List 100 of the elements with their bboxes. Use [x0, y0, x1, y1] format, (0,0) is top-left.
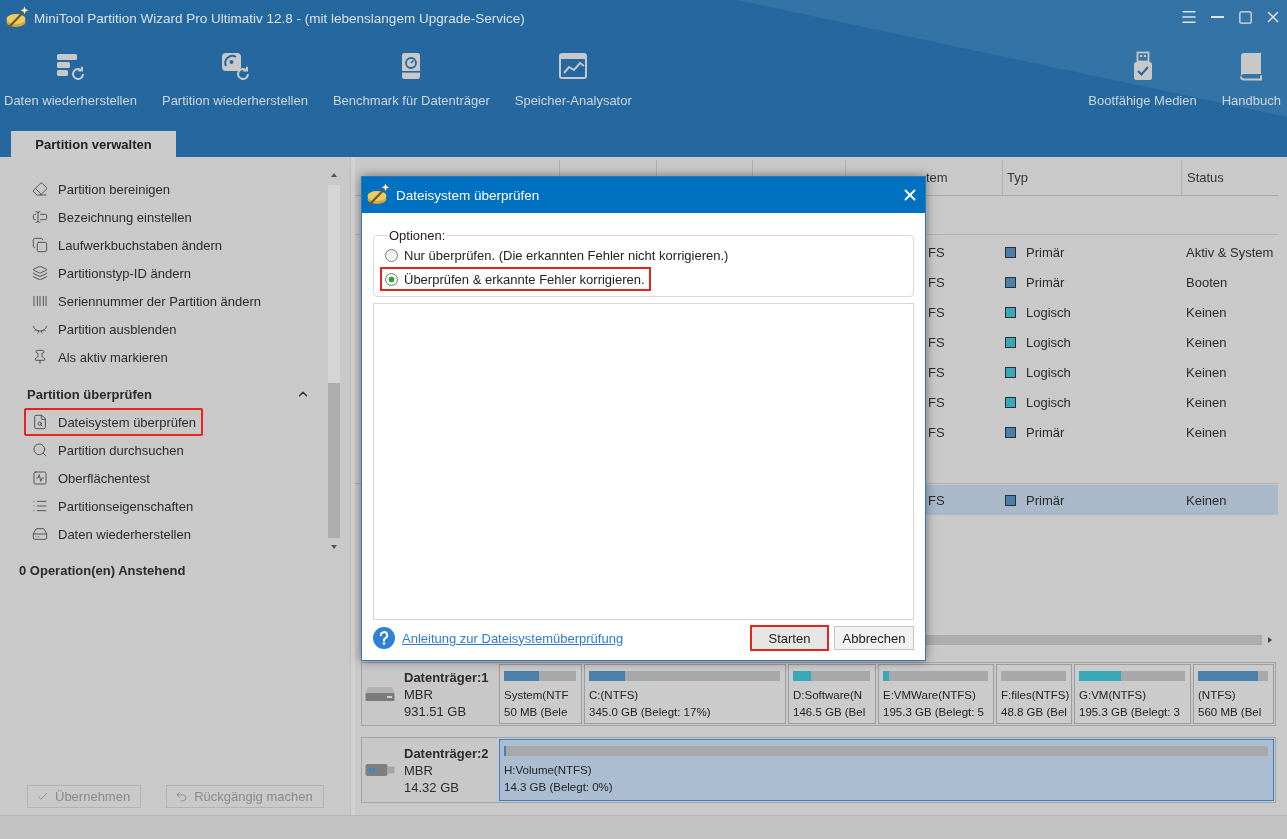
logo-icon — [366, 183, 390, 207]
table-row[interactable]: FS Primär Keinen — [926, 485, 1278, 515]
partition-block[interactable]: (NTFS) 560 MB (Bel — [1193, 664, 1274, 724]
disk-scheme: MBR — [404, 685, 433, 703]
disk-size: 14.32 GB — [404, 778, 459, 796]
barcode-icon — [32, 293, 48, 309]
help-icon[interactable] — [373, 627, 395, 649]
column-header[interactable]: tem — [926, 170, 948, 185]
partition-block[interactable]: F:files(NTFS) 48.8 GB (Bel — [996, 664, 1072, 724]
table-row[interactable]: FS Logisch Keinen — [926, 387, 1278, 417]
radio-option[interactable]: Nur überprüfen. (Die erkannten Fehler nicht korrigieren.) — [380, 243, 735, 267]
table-cell: Logisch — [1026, 364, 1071, 380]
table-cell-text: Keinen — [1185, 334, 1227, 350]
group-label: Optionen: — [388, 228, 447, 243]
pending-operations: 0 Operation(en) Anstehend — [19, 562, 186, 580]
sidebar-item[interactable]: Seriennummer der Partition ändern — [24, 287, 269, 315]
table-cell-text: Keinen — [1185, 492, 1227, 508]
hard-drive-icon — [365, 686, 395, 702]
pin-icon — [32, 349, 48, 365]
partition-detail: 50 MB (Bele — [504, 705, 569, 720]
undo-icon — [175, 790, 189, 803]
radio-button[interactable] — [385, 248, 398, 262]
table-cell-text: FS — [927, 244, 945, 260]
sidebar-item[interactable]: Dateisystem überprüfen — [24, 408, 203, 436]
toolbar-button[interactable]: Partition wiederherstellen — [161, 36, 308, 108]
table-cell: Logisch — [1026, 304, 1071, 320]
table-cell-text: FS — [927, 334, 945, 350]
check-icon — [36, 790, 49, 803]
chart-window-icon — [558, 51, 589, 81]
partition-detail: 14.3 GB (Belegt: 0%) — [504, 780, 614, 795]
table-cell-text: Keinen — [1185, 394, 1227, 410]
table-row[interactable]: FS Primär Booten — [926, 267, 1278, 297]
partition-block[interactable]: E:VMWare(NTFS) 195.3 GB (Belegt: 5 — [878, 664, 994, 724]
table-row[interactable]: FS Primär Aktiv & System — [926, 237, 1278, 267]
partition-detail: 195.3 GB (Belegt: 3 — [1079, 705, 1181, 720]
table-cell: Logisch — [1026, 394, 1071, 410]
radio-button[interactable] — [385, 272, 398, 286]
partition-block[interactable]: D:Software(N 146.5 GB (Bel — [788, 664, 876, 724]
text-field-icon — [32, 209, 48, 225]
table-cell: Primär — [1026, 274, 1065, 290]
sidebar-item[interactable]: Partition durchsuchen — [24, 436, 191, 464]
partition-detail: 345.0 GB (Belegt: 17%) — [589, 705, 712, 720]
sidebar-item[interactable]: Partition bereinigen — [24, 175, 178, 203]
partition-block[interactable]: H:Volume(NTFS) 14.3 GB (Belegt: 0%) — [499, 739, 1274, 801]
disk-name: Datenträger:2 — [404, 744, 489, 762]
disk-scheme: MBR — [404, 761, 433, 779]
table-cell: Primär — [1026, 424, 1065, 440]
table-cell-text: FS — [927, 424, 945, 440]
table-row[interactable]: FS Logisch Keinen — [926, 357, 1278, 387]
table-row[interactable]: FS Logisch Keinen — [926, 297, 1278, 327]
sidebar-item[interactable]: Daten wiederherstellen — [24, 520, 198, 548]
copy-icon — [32, 237, 48, 253]
toolbar-button[interactable]: Benchmark für Datenträger — [332, 36, 490, 108]
sidebar-item[interactable]: Laufwerkbuchstaben ändern — [24, 231, 230, 259]
toolbar-button[interactable]: Speicher-Analysator — [514, 36, 632, 108]
partition-label: System(NTF — [504, 688, 570, 703]
table-row[interactable]: FS Logisch Keinen — [926, 327, 1278, 357]
partition-block[interactable]: C:(NTFS) 345.0 GB (Belegt: 17%) — [584, 664, 786, 724]
maximize-icon — [1237, 9, 1253, 25]
sidebar-item[interactable]: Partition ausblenden — [24, 315, 184, 343]
usb-drive-icon — [365, 762, 395, 778]
sidebar-item[interactable]: Als aktiv markieren — [24, 343, 175, 371]
table-cell-text: Booten — [1185, 274, 1228, 290]
menu-icon — [1180, 8, 1198, 26]
window-title: MiniTool Partition Wizard Pro Ultimativ 12.8 - (mit lebenslangem Upgrade-Service) — [34, 10, 525, 26]
close-icon — [901, 186, 919, 204]
partition-detail: 146.5 GB (Bel — [793, 705, 867, 720]
disk-refresh-icon — [219, 51, 250, 81]
partition-block[interactable]: System(NTF 50 MB (Bele — [499, 664, 582, 724]
toolbar-button[interactable]: Bootfähige Medien — [1088, 36, 1197, 108]
partition-label: (NTFS) — [1198, 688, 1237, 703]
partition-detail: 195.3 GB (Belegt: 5 — [883, 705, 985, 720]
minimize-icon — [1210, 16, 1224, 18]
partition-label: E:VMWare(NTFS) — [883, 688, 977, 703]
disk-panel[interactable] — [361, 662, 1276, 726]
radio-option[interactable]: Überprüfen & erkannte Fehler korrigieren. — [380, 267, 651, 291]
section-header[interactable]: Partition überprüfen — [27, 380, 310, 408]
table-cell: Primär — [1026, 492, 1065, 508]
toolbar-button[interactable]: Daten wiederherstellen — [4, 36, 137, 108]
partition-label: D:Software(N — [793, 688, 864, 703]
sidebar-item[interactable]: Oberflächentest — [24, 464, 157, 492]
sidebar-item[interactable]: Partitionstyp-ID ändern — [24, 259, 198, 287]
disk-size: 931.51 GB — [404, 702, 467, 720]
layers-icon — [32, 265, 48, 281]
help-link[interactable]: Anleitung zur Dateisystemüberprüfung — [402, 630, 624, 646]
table-row[interactable]: FS Primär Keinen — [926, 417, 1278, 447]
partition-label: C:(NTFS) — [589, 688, 640, 703]
pulse-icon — [32, 470, 48, 486]
database-refresh-icon — [55, 51, 86, 81]
table-cell-text: Aktiv & System — [1185, 244, 1274, 260]
tab[interactable]: Partition verwalten — [11, 131, 176, 157]
partition-block[interactable]: G:VM(NTFS) 195.3 GB (Belegt: 3 — [1074, 664, 1191, 724]
disk-panel[interactable]: Datenträger:2 MBR 14.32 GB H:Volume(NTFS) 14.3 GB (Belegt: 0%) — [361, 737, 1276, 803]
column-header[interactable]: Status — [1187, 170, 1224, 185]
cancel-button[interactable]: Abbrechen — [834, 626, 914, 650]
sidebar-item[interactable]: Partitionseigenschaften — [24, 492, 201, 520]
logo-icon — [5, 6, 29, 30]
start-button[interactable]: Starten — [750, 625, 829, 651]
sidebar-item[interactable]: Bezeichnung einstellen — [24, 203, 199, 231]
column-header[interactable]: Typ — [1007, 170, 1028, 185]
